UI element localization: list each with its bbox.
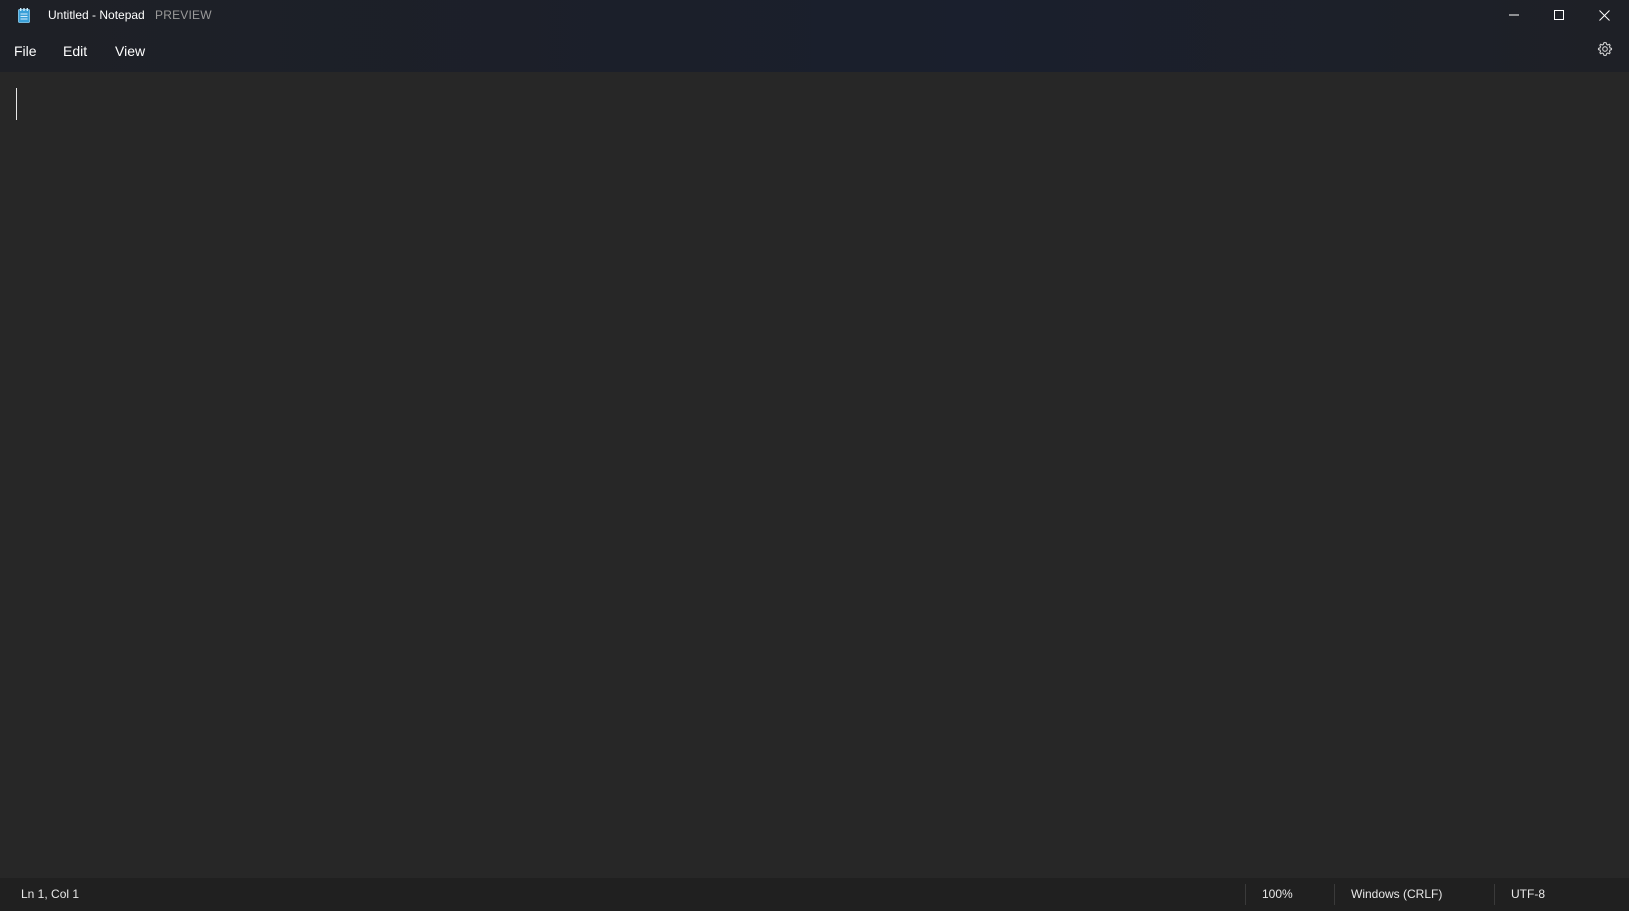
maximize-icon	[1554, 10, 1564, 20]
menu-edit[interactable]: Edit	[61, 30, 89, 72]
maximize-button[interactable]	[1536, 0, 1582, 30]
status-divider	[1494, 884, 1495, 905]
gear-icon	[1597, 41, 1613, 62]
menu-file[interactable]: File	[12, 30, 39, 72]
cursor-position: Ln 1, Col 1	[21, 887, 80, 901]
settings-button[interactable]	[1589, 35, 1621, 67]
minimize-icon	[1509, 10, 1519, 20]
close-icon	[1598, 9, 1610, 21]
status-bar: Ln 1, Col 1 100% Windows (CRLF) UTF-8	[0, 878, 1629, 911]
minimize-button[interactable]	[1491, 0, 1537, 30]
status-divider	[1245, 884, 1246, 905]
menu-view[interactable]: View	[113, 30, 147, 72]
encoding[interactable]: UTF-8	[1511, 878, 1545, 911]
status-divider	[1334, 884, 1335, 905]
zoom-level[interactable]: 100%	[1262, 878, 1293, 911]
window-title: Untitled - Notepad	[48, 8, 145, 22]
line-ending[interactable]: Windows (CRLF)	[1351, 878, 1442, 911]
close-button[interactable]	[1581, 0, 1627, 30]
menu-bar: File Edit View	[0, 30, 1629, 72]
text-editor[interactable]	[0, 72, 1629, 878]
notepad-icon	[18, 8, 30, 23]
preview-badge: PREVIEW	[155, 8, 212, 22]
text-caret	[16, 88, 17, 120]
notepad-window: Untitled - Notepad PREVIEW File Edit Vie…	[0, 0, 1629, 911]
title-bar[interactable]: Untitled - Notepad PREVIEW	[0, 0, 1629, 30]
